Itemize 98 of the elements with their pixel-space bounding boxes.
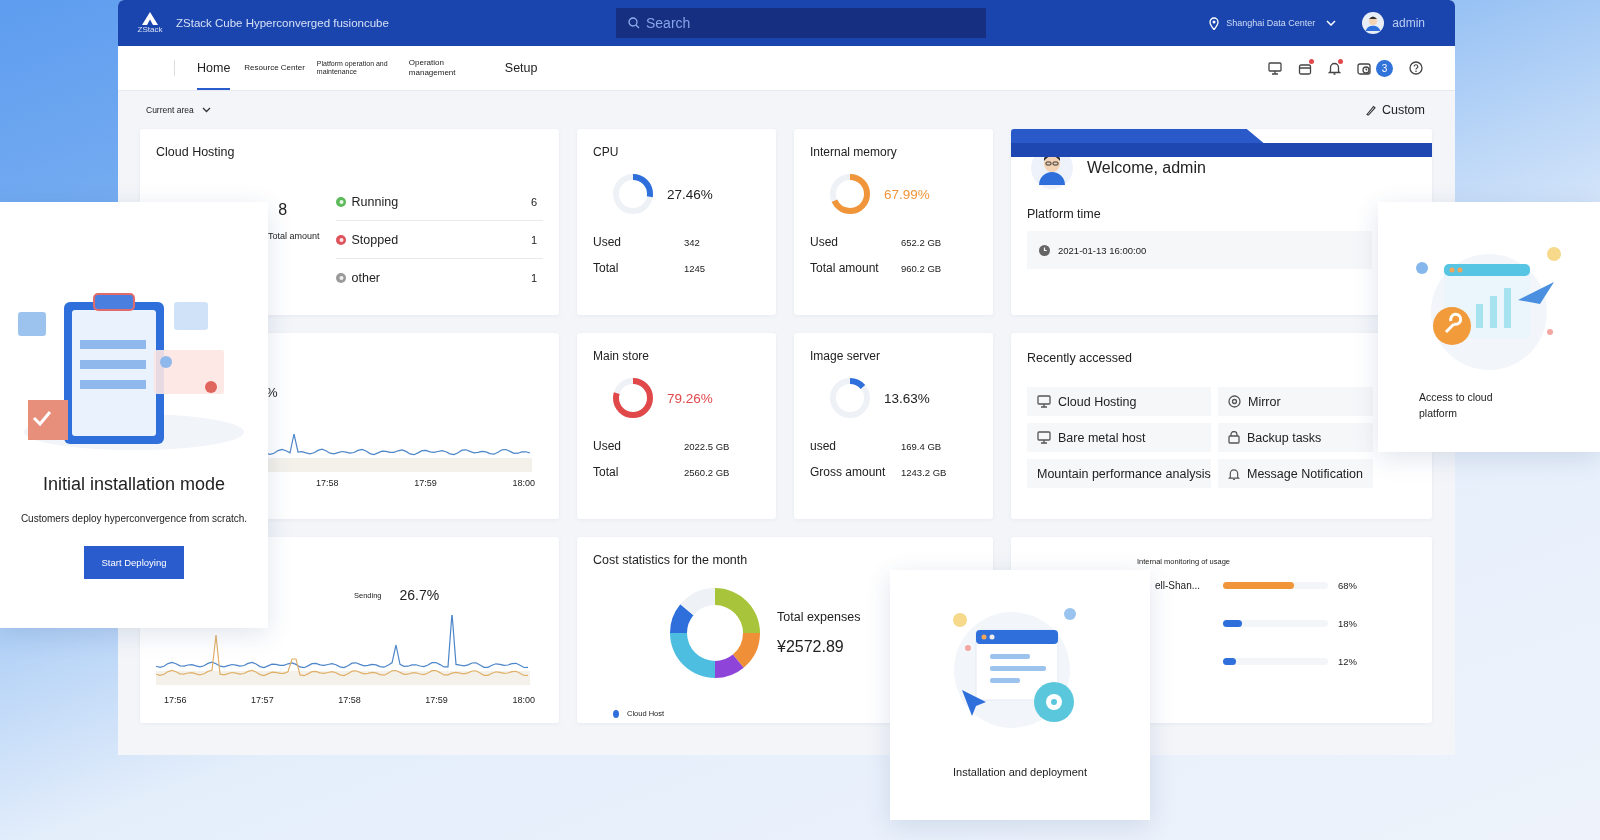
- card-title: Initial installation mode: [42, 474, 226, 495]
- stat-value: 2560.2 GB: [684, 466, 731, 478]
- disc-icon: [1228, 395, 1241, 408]
- stat-label: used: [810, 439, 837, 453]
- app-title: ZStack Cube Hyperconverged fusioncube: [176, 17, 390, 29]
- card-title: Main store: [593, 349, 651, 363]
- status-count: 1: [530, 271, 537, 284]
- status-count: 1: [530, 233, 537, 246]
- stat-label: Total: [593, 261, 619, 275]
- stat-label: Used: [810, 235, 838, 249]
- lock-icon: [1228, 431, 1240, 444]
- stat-label: Total amount: [810, 261, 879, 275]
- stat-value: 1245: [684, 262, 707, 274]
- axis-label: 17:58: [338, 695, 361, 705]
- axis-label: 17:57: [251, 695, 274, 705]
- host-name: ell-Shan...: [1154, 579, 1202, 591]
- card-title: Cloud Hosting: [156, 145, 236, 159]
- status-label: other: [351, 270, 382, 285]
- total-count: 8: [278, 201, 288, 219]
- total-amount: ¥2572.89: [777, 638, 845, 656]
- stat-label: Used: [593, 439, 621, 453]
- card-title: Image server: [810, 349, 882, 363]
- stat-value: 960.2 GB: [901, 262, 943, 274]
- axis-label: 17:58: [316, 478, 339, 488]
- stat-label: Used: [593, 235, 621, 249]
- status-label: Stopped: [351, 232, 400, 247]
- region-name: Shanghai Data Center: [1226, 18, 1316, 28]
- chevron-down-icon: [201, 107, 211, 113]
- welcome-text: Welcome, admin: [1087, 159, 1206, 177]
- percent-value: 26.7%: [399, 587, 440, 603]
- shortcut-button[interactable]: Mountain performance analysis: [1027, 459, 1211, 488]
- user-name[interactable]: admin: [1392, 16, 1425, 30]
- status-label: Running: [351, 194, 400, 209]
- bell-icon[interactable]: [1328, 61, 1341, 75]
- card-title: Recently accessed: [1027, 351, 1133, 365]
- pen-icon: [1365, 104, 1376, 116]
- axis-label: 18:00: [512, 478, 535, 488]
- help-icon[interactable]: [1409, 61, 1423, 75]
- clock-icon: [1039, 244, 1050, 256]
- location-pin-icon: [1209, 16, 1220, 30]
- percent-value: 18%: [1338, 617, 1357, 629]
- logo-text: ZStack: [137, 25, 163, 34]
- total-label: Total amount: [268, 231, 320, 241]
- region-selector[interactable]: Shanghai Data Center: [1209, 16, 1337, 30]
- box-icon[interactable]: [1298, 61, 1312, 75]
- stat-value: 1243.2 GB: [901, 466, 948, 478]
- description-text: Customers deploy hyperconvergence from scratch.: [20, 513, 248, 524]
- avatar-icon[interactable]: [1362, 12, 1385, 34]
- shortcut-button[interactable]: Cloud Hosting: [1027, 387, 1211, 416]
- nav-tab[interactable]: Home: [197, 46, 231, 90]
- axis-label: 18:00: [512, 695, 535, 705]
- card-title: Internal memory: [810, 145, 898, 159]
- time-text: 2021-01-13 16:00:00: [1058, 244, 1147, 256]
- search-icon: [628, 17, 640, 29]
- total-label: Total expenses: [777, 610, 861, 624]
- monitor-icon: [1037, 395, 1051, 408]
- search-field[interactable]: Search: [616, 8, 986, 38]
- start-deploying-button[interactable]: Start Deploying: [84, 546, 184, 579]
- gauge-percent: 79.26%: [667, 390, 713, 406]
- count-badge: 3: [1376, 59, 1393, 77]
- shortcut-button[interactable]: Backup tasks: [1218, 423, 1373, 452]
- bell-icon: [1228, 466, 1240, 481]
- axis-label: 17:56: [164, 695, 187, 705]
- logo-icon: [142, 12, 158, 25]
- stat-label: Gross amount: [810, 465, 886, 479]
- gauge-percent: 13.63%: [884, 390, 930, 406]
- card-title: CPU: [593, 145, 620, 159]
- custom-button[interactable]: Custom: [1365, 103, 1425, 117]
- area-label: Current area: [146, 105, 194, 115]
- axis-label: 17:59: [425, 695, 448, 705]
- legend-dot-icon: [613, 709, 619, 718]
- shortcut-button[interactable]: Message Notification: [1218, 459, 1373, 488]
- axis-label: 17:59: [414, 478, 437, 488]
- percent-value: 68%: [1338, 579, 1357, 591]
- stat-value: 169.4 GB: [901, 440, 943, 452]
- camera-icon[interactable]: [1357, 61, 1373, 75]
- stat-value: 342: [684, 236, 701, 248]
- custom-label: Custom: [1381, 103, 1425, 117]
- nav-tab[interactable]: Setup: [504, 46, 538, 90]
- card-title: Cost statistics for the month: [593, 553, 749, 567]
- stat-value: 2022.5 GB: [684, 440, 731, 452]
- shortcut-button[interactable]: Mirror: [1218, 387, 1373, 416]
- stat-label: Total: [593, 465, 619, 479]
- card-caption: Access to cloud platform: [1419, 390, 1494, 421]
- monitor-icon: [1037, 431, 1051, 444]
- nav-tab[interactable]: Operation management: [408, 46, 473, 90]
- platform-time-label: Platform time: [1027, 207, 1102, 221]
- shortcut-button[interactable]: Bare metal host: [1027, 423, 1211, 452]
- nav-tab[interactable]: Resource Center: [244, 46, 305, 90]
- percent-value: 12%: [1338, 655, 1357, 667]
- area-selector[interactable]: Current area: [146, 105, 211, 115]
- monitor-icon[interactable]: [1268, 61, 1282, 75]
- status-count: 6: [530, 195, 537, 208]
- chevron-down-icon: [1326, 20, 1337, 26]
- stat-value: 652.2 GB: [901, 236, 943, 248]
- card-caption: Installation and deployment: [953, 766, 1087, 778]
- gauge-percent: 27.46%: [667, 186, 713, 202]
- gauge-percent: 67.99%: [884, 186, 930, 202]
